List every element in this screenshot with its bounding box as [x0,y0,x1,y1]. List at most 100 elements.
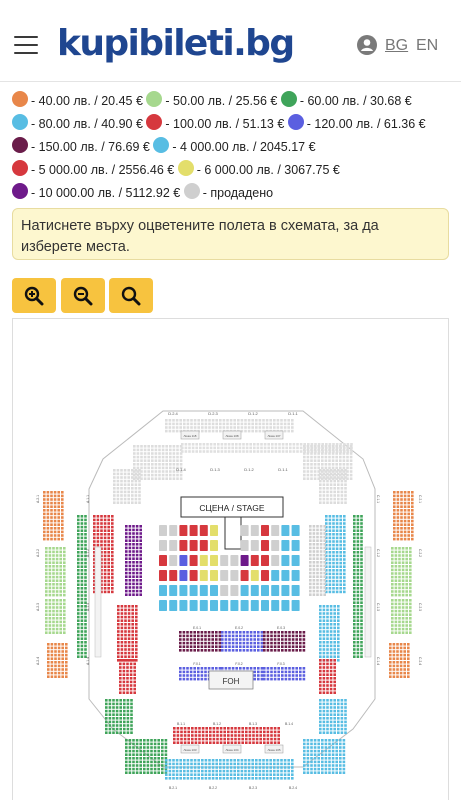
seat[interactable] [309,564,312,568]
seat[interactable] [309,535,312,539]
seat[interactable] [332,536,335,540]
seat[interactable] [309,528,312,532]
floor-table[interactable] [281,570,290,581]
seat[interactable] [349,452,353,455]
seat[interactable] [409,593,412,597]
seat[interactable] [61,650,64,653]
seat[interactable] [77,572,80,576]
seat[interactable] [135,651,138,655]
seat[interactable] [165,426,168,429]
seat[interactable] [332,551,335,554]
seat[interactable] [45,599,48,602]
seat[interactable] [57,509,60,512]
seat[interactable] [303,757,306,760]
seat[interactable] [47,653,50,657]
seat[interactable] [135,764,139,767]
floor-table[interactable] [169,555,178,566]
seat[interactable] [310,448,313,452]
seat[interactable] [333,687,336,691]
seat[interactable] [329,669,333,673]
floor-table[interactable] [159,585,167,596]
seat[interactable] [53,498,57,501]
seat[interactable] [164,749,168,753]
seat[interactable] [154,470,158,473]
seat[interactable] [111,529,114,532]
seat[interactable] [237,769,240,773]
seat[interactable] [84,569,87,572]
seat[interactable] [273,727,277,730]
seat[interactable] [329,644,333,648]
seat[interactable] [135,582,139,586]
seat[interactable] [340,494,344,497]
seat[interactable] [323,528,326,532]
seat[interactable] [231,443,234,446]
seat[interactable] [134,476,138,479]
seat[interactable] [135,626,138,630]
floor-table[interactable] [271,585,280,596]
seat[interactable] [394,565,398,568]
seat[interactable] [125,757,128,760]
seat[interactable] [360,558,363,561]
floor-table[interactable] [159,540,167,551]
floor-table[interactable] [220,555,229,566]
seat[interactable] [45,586,48,590]
seat[interactable] [281,446,285,450]
seat[interactable] [124,644,127,648]
seat[interactable] [326,702,329,706]
seat[interactable] [190,773,193,776]
seat[interactable] [151,463,154,466]
seat[interactable] [393,519,396,523]
seat[interactable] [405,565,408,568]
seat[interactable] [409,557,412,561]
seat[interactable] [277,638,280,641]
seat[interactable] [54,646,57,650]
floor-table[interactable] [281,540,290,551]
seat[interactable] [182,641,186,645]
seat[interactable] [310,473,313,477]
seat[interactable] [117,623,120,626]
seat[interactable] [183,777,186,780]
seat[interactable] [131,615,134,619]
seat[interactable] [123,720,126,724]
seat[interactable] [132,767,135,771]
seat[interactable] [107,558,110,561]
seat[interactable] [310,455,313,459]
seat[interactable] [194,727,198,730]
seat[interactable] [195,443,198,446]
seat[interactable] [317,448,320,452]
seat[interactable] [249,450,252,453]
seat[interactable] [353,590,356,594]
seat[interactable] [316,589,319,593]
seat[interactable] [200,645,204,648]
seat[interactable] [360,597,363,601]
seat[interactable] [313,746,317,749]
seat[interactable] [201,741,205,744]
seat[interactable] [353,536,356,540]
seat[interactable] [407,509,410,512]
seat[interactable] [127,472,130,476]
floor-table[interactable] [250,570,259,581]
seat[interactable] [245,734,248,737]
seat[interactable] [115,699,119,702]
seat[interactable] [312,561,316,564]
seat[interactable] [267,443,270,446]
seat[interactable] [335,554,339,558]
seat[interactable] [193,762,197,766]
seat[interactable] [328,590,332,594]
seat[interactable] [322,687,326,691]
seat[interactable] [322,702,326,706]
seat[interactable] [169,445,172,448]
seat[interactable] [130,724,133,727]
seat[interactable] [342,455,346,459]
seat[interactable] [122,680,126,684]
seat[interactable] [267,450,270,453]
seat[interactable] [344,487,347,490]
seat[interactable] [322,487,326,490]
seat[interactable] [84,543,87,547]
seat[interactable] [283,759,287,762]
seat[interactable] [284,634,288,638]
seat[interactable] [248,741,252,744]
seat[interactable] [291,649,295,652]
seat[interactable] [191,734,194,737]
seat[interactable] [332,554,335,558]
